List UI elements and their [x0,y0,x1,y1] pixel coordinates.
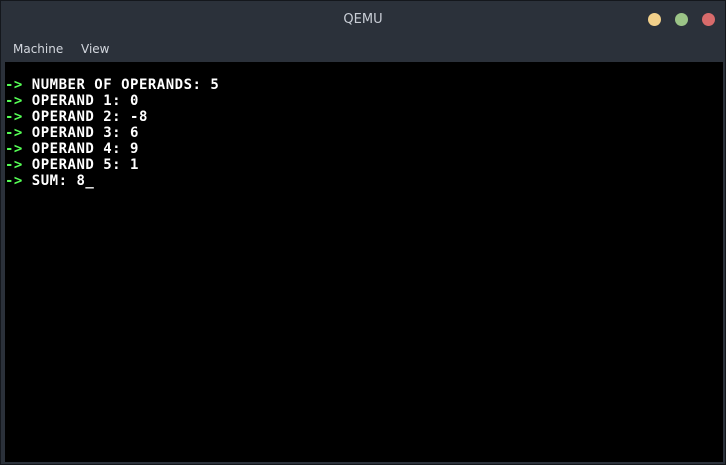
prompt-arrow: -> [5,93,23,109]
terminal-line-text: SUM: 8 [31,173,86,189]
prompt-arrow: -> [5,141,23,157]
terminal-line: -> SUM: 8_ [5,173,219,189]
terminal-line: -> NUMBER OF OPERANDS: 5 [5,77,219,93]
title-bar[interactable]: QEMU [1,1,725,39]
prompt-arrow: -> [5,125,23,141]
terminal-line: -> OPERAND 1: 0 [5,93,219,109]
vm-display[interactable]: -> NUMBER OF OPERANDS: 5 -> OPERAND 1: 0… [5,62,723,462]
terminal-line-text: OPERAND 1: 0 [31,93,139,109]
prompt-arrow: -> [5,157,23,173]
terminal-line-text: OPERAND 2: -8 [31,109,148,125]
menu-item-machine[interactable]: Machine [13,42,63,56]
close-button[interactable] [702,13,715,26]
terminal-line-text: OPERAND 5: 1 [31,157,139,173]
terminal-line: -> OPERAND 5: 1 [5,157,219,173]
terminal-line-text: OPERAND 4: 9 [31,141,139,157]
prompt-arrow: -> [5,173,23,189]
terminal-line: -> OPERAND 2: -8 [5,109,219,125]
window-title: QEMU [343,12,383,27]
terminal-line-text: OPERAND 3: 6 [31,125,139,141]
qemu-window: QEMU Machine View -> NUMBER OF OPERANDS:… [0,0,726,465]
maximize-button[interactable] [675,13,688,26]
menu-item-view[interactable]: View [81,42,109,56]
menu-bar: Machine View [1,39,725,61]
terminal-line-text: NUMBER OF OPERANDS: 5 [31,77,220,93]
terminal-output: -> NUMBER OF OPERANDS: 5 -> OPERAND 1: 0… [5,77,219,189]
terminal-line: -> OPERAND 4: 9 [5,141,219,157]
text-cursor: _ [85,173,95,189]
minimize-button[interactable] [648,13,661,26]
prompt-arrow: -> [5,77,23,93]
prompt-arrow: -> [5,109,23,125]
terminal-line: -> OPERAND 3: 6 [5,125,219,141]
